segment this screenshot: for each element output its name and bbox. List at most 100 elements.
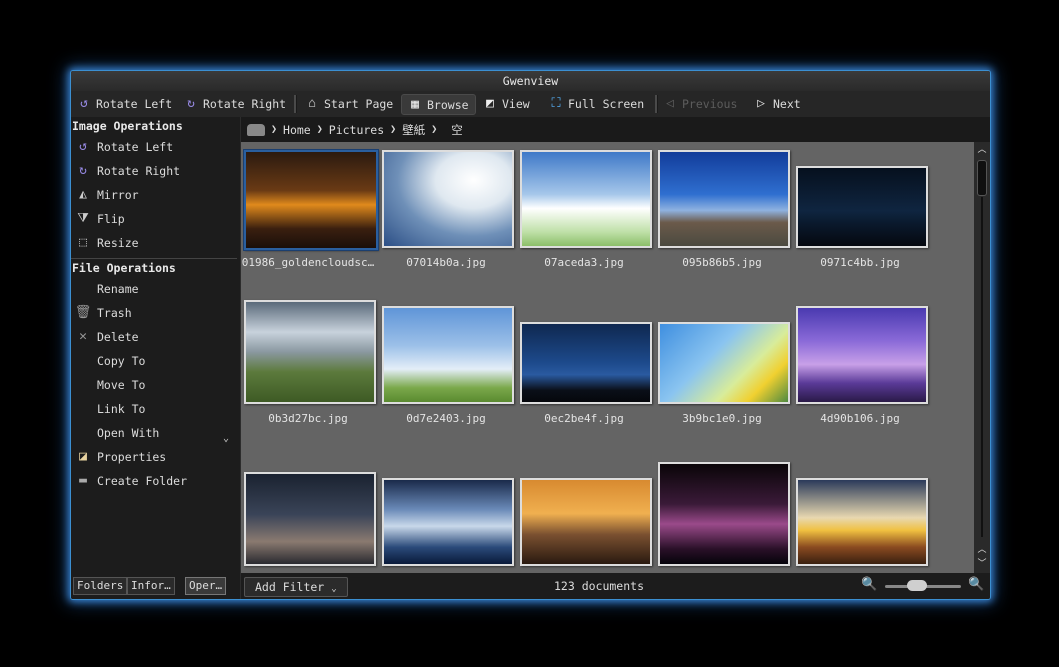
sidebar-item-label: Create Folder (97, 474, 188, 488)
full-screen-button[interactable]: ⛶ Full Screen (549, 94, 644, 114)
breadcrumb-home[interactable]: Home (283, 123, 311, 137)
mirror-icon: ◭ (79, 187, 87, 202)
scroll-down-icon[interactable]: ﹀ (976, 558, 988, 570)
sidebar-item-label: Rename (97, 282, 139, 296)
thumbnail-caption: 0971c4bb.jpg (820, 256, 900, 269)
properties-icon: ◪ (79, 449, 87, 464)
thumbnail-image[interactable] (520, 478, 652, 566)
status-bar: Add Filter ⌄ 123 documents 🔍 🔍 (241, 573, 990, 599)
thumbnail-image[interactable] (520, 322, 652, 404)
rotate-right-icon: ↻ (79, 163, 87, 178)
sidebar-properties[interactable]: ◪ Properties (75, 447, 166, 467)
resize-icon: ⬚ (79, 235, 87, 250)
chevron-right-icon: ❯ (271, 124, 278, 135)
thumbnail-image[interactable] (243, 149, 379, 251)
sidebar: Image Operations ↺ Rotate Left ↻ Rotate … (71, 117, 241, 599)
sidebar-item-label: Move To (97, 378, 146, 392)
tab-folders[interactable]: Folders (73, 577, 128, 595)
full-screen-icon: ⛶ (551, 96, 561, 111)
folder-icon: ▬ (79, 473, 87, 488)
thumbnail-caption: 0b3d27bc.jpg (268, 412, 348, 425)
thumbnail-image[interactable] (658, 322, 790, 404)
sidebar-open-with[interactable]: Open With (75, 423, 159, 443)
scroll-up-icon[interactable]: ︿ (976, 144, 988, 156)
chevron-down-icon: ⌄ (331, 584, 337, 594)
sidebar-mirror[interactable]: ◭ Mirror (75, 185, 138, 205)
breadcrumb-sky[interactable]: 空 (451, 122, 463, 138)
thumbnail-image[interactable] (244, 472, 376, 566)
full-screen-label: Full Screen (568, 97, 645, 111)
rotate-right-label: Rotate Right (203, 97, 287, 111)
thumbnail-image[interactable] (796, 306, 928, 404)
sidebar-copy-to[interactable]: Copy To (75, 351, 145, 371)
sidebar-trash[interactable]: 🗑 Trash (75, 303, 132, 323)
sidebar-resize[interactable]: ⬚ Resize (75, 233, 139, 253)
sidebar-rotate-left[interactable]: ↺ Rotate Left (75, 137, 173, 157)
rotate-left-label: Rotate Left (96, 97, 173, 111)
vertical-scrollbar[interactable]: ︿ ︿ ﹀ (974, 142, 990, 573)
sidebar-rotate-right[interactable]: ↻ Rotate Right (75, 161, 180, 181)
thumbnail-caption: 01986_goldencloudsc… (241, 256, 375, 269)
breadcrumb: ❯ Home ❯ Pictures ❯ 壁紙 ❯ 空 (241, 117, 990, 142)
main-toolbar: ↺ Rotate Left ↻ Rotate Right ⌂ Start Pag… (71, 91, 990, 117)
chevron-right-icon: ❯ (316, 124, 323, 135)
thumbnail-caption: 3b9bc1e0.jpg (682, 412, 762, 425)
tab-information[interactable]: Infor… (127, 577, 175, 595)
sidebar-item-label: Resize (97, 236, 139, 250)
sidebar-link-to[interactable]: Link To (75, 399, 145, 419)
thumbnail-image[interactable] (658, 462, 790, 566)
browse-button[interactable]: ▦ Browse (401, 94, 476, 115)
next-button[interactable]: ▷ Next (754, 94, 801, 114)
trash-icon: 🗑 (74, 305, 92, 320)
thumbnail-image[interactable] (244, 300, 376, 404)
rotate-left-button[interactable]: ↺ Rotate Left (77, 94, 172, 114)
thumbnail-image[interactable] (382, 306, 514, 404)
scrollbar-thumb[interactable] (977, 160, 987, 196)
flip-icon: ⧩ (77, 211, 89, 226)
breadcrumb-pictures[interactable]: Pictures (329, 123, 384, 137)
sidebar-create-folder[interactable]: ▬ Create Folder (75, 471, 187, 491)
sidebar-delete[interactable]: ✕ Delete (75, 327, 138, 347)
delete-icon: ✕ (79, 329, 87, 344)
thumbnail-caption: 095b86b5.jpg (682, 256, 762, 269)
thumbnail-image[interactable] (382, 478, 514, 566)
rotate-right-icon: ↻ (187, 96, 195, 111)
sidebar-tabs: Folders Infor… Oper… (71, 573, 240, 597)
add-filter-button[interactable]: Add Filter ⌄ (244, 577, 348, 597)
rotate-right-button[interactable]: ↻ Rotate Right (184, 94, 286, 114)
scroll-up-icon[interactable]: ︿ (976, 544, 988, 556)
breadcrumb-wallpaper[interactable]: 壁紙 (402, 122, 425, 138)
thumbnail-image[interactable] (658, 150, 790, 248)
thumbnail-caption: 07aceda3.jpg (544, 256, 624, 269)
thumbnail-image[interactable] (796, 478, 928, 566)
thumbnail-image[interactable] (796, 166, 928, 248)
sidebar-flip[interactable]: ⧩ Flip (75, 209, 125, 229)
next-icon: ▷ (757, 96, 765, 111)
file-operations-title: File Operations (72, 261, 176, 275)
drive-icon[interactable] (247, 123, 265, 136)
thumbnail-image[interactable] (520, 150, 652, 248)
sidebar-item-label: Rotate Left (97, 140, 174, 154)
grid-icon: ▦ (411, 96, 419, 112)
rotate-left-icon: ↺ (79, 139, 87, 154)
start-page-button[interactable]: ⌂ Start Page (305, 94, 393, 114)
section-divider (71, 258, 237, 259)
zoom-slider-handle[interactable] (907, 580, 927, 591)
zoom-out-icon[interactable]: 🔍 (861, 577, 877, 592)
view-label: View (502, 97, 530, 111)
thumbnail-grid: 01986_goldencloudsc… 07014b0a.jpg 07aced… (241, 142, 974, 573)
toolbar-separator (294, 95, 297, 113)
thumbnail-caption: 07014b0a.jpg (406, 256, 486, 269)
chevron-down-icon[interactable]: ⌄ (223, 433, 229, 444)
document-count: 123 documents (554, 579, 645, 593)
sidebar-rename[interactable]: Rename (75, 279, 139, 299)
sidebar-move-to[interactable]: Move To (75, 375, 145, 395)
home-icon: ⌂ (308, 96, 316, 111)
zoom-in-icon[interactable]: 🔍 (968, 577, 984, 592)
view-button[interactable]: ◩ View (483, 94, 530, 114)
sidebar-item-label: Trash (97, 306, 132, 320)
previous-button[interactable]: ◁ Previous (663, 94, 737, 114)
thumbnail-image[interactable] (382, 150, 514, 248)
tab-operations[interactable]: Oper… (185, 577, 227, 595)
sidebar-item-label: Properties (97, 450, 167, 464)
